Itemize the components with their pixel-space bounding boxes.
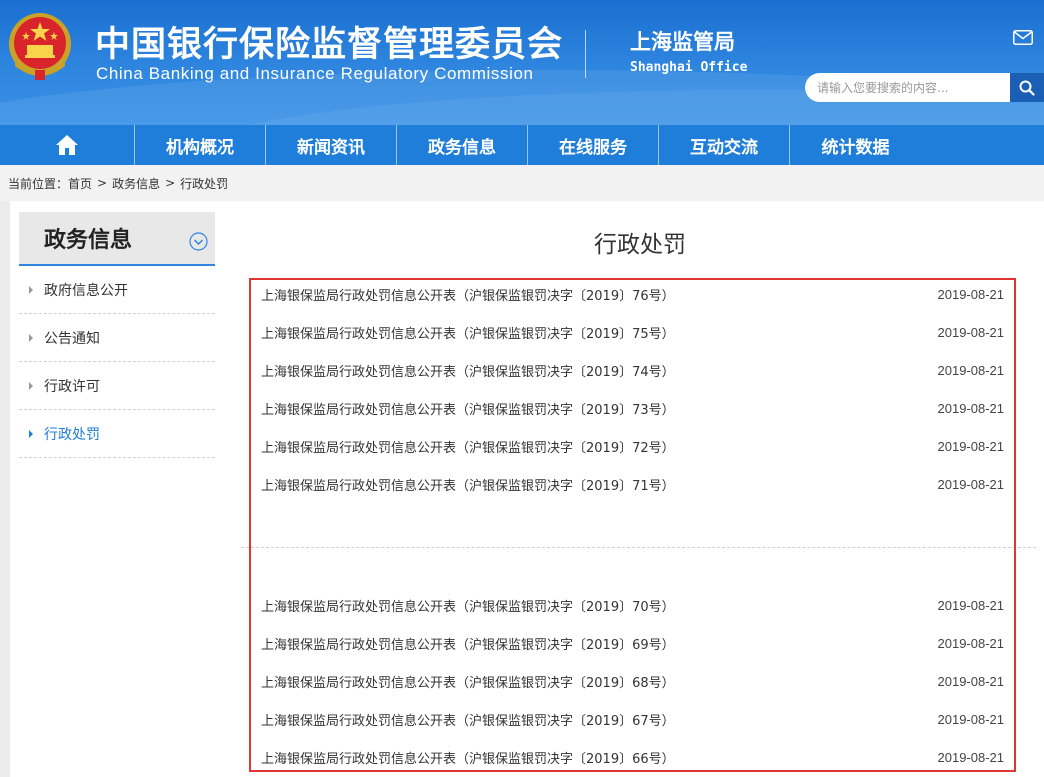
nav-item-interaction[interactable]: 互动交流 [659, 125, 790, 165]
national-emblem-icon [9, 13, 71, 80]
sidebar-title: 政务信息 [44, 228, 133, 253]
breadcrumb-home[interactable]: 首页 [68, 175, 92, 192]
nav-home[interactable] [0, 125, 135, 165]
nav-item-news[interactable]: 新闻资讯 [266, 125, 397, 165]
search-input[interactable] [805, 73, 1010, 102]
list-item-title[interactable]: 上海银保监局行政处罚信息公开表（沪银保监银罚决字〔2019〕73号） [261, 399, 675, 418]
list-item[interactable]: 上海银保监局行政处罚信息公开表（沪银保监银罚决字〔2019〕74号） 2019-0… [252, 351, 1012, 389]
list-item[interactable]: 上海银保监局行政处罚信息公开表（沪银保监银罚决字〔2019〕75号） 2019-0… [252, 313, 1012, 351]
list-item-date: 2019-08-21 [937, 711, 1005, 727]
list-item[interactable]: 上海银保监局行政处罚信息公开表（沪银保监银罚决字〔2019〕73号） 2019-0… [252, 389, 1012, 427]
sidebar-item-label: 政府信息公开 [44, 282, 128, 299]
list-item-title[interactable]: 上海银保监局行政处罚信息公开表（沪银保监银罚决字〔2019〕76号） [261, 285, 675, 304]
home-icon [56, 135, 78, 155]
caret-right-icon [29, 285, 33, 294]
list-item-date: 2019-08-21 [937, 635, 1005, 651]
breadcrumb-label: 当前位置： [8, 176, 69, 191]
sidebar-item-label: 行政处罚 [44, 426, 100, 443]
sidebar-item-label: 公告通知 [44, 330, 100, 347]
list-divider [241, 547, 1036, 548]
list-item-date: 2019-08-21 [937, 286, 1005, 302]
list-item-title[interactable]: 上海银保监局行政处罚信息公开表（沪银保监银罚决字〔2019〕75号） [261, 323, 675, 342]
list-item-title[interactable]: 上海银保监局行政处罚信息公开表（沪银保监银罚决字〔2019〕68号） [261, 672, 675, 691]
list-item[interactable]: 上海银保监局行政处罚信息公开表（沪银保监银罚决字〔2019〕68号） 2019-0… [252, 662, 1012, 700]
caret-right-icon [29, 429, 33, 438]
office-title-cn: 上海监管局 [630, 30, 735, 54]
caret-right-icon [29, 381, 33, 390]
list-item-date: 2019-08-21 [937, 673, 1005, 689]
header-divider [585, 30, 586, 78]
sidebar: 政务信息 政府信息公开 公告通知 行政许可 行政处罚 [19, 212, 215, 458]
list-item-title[interactable]: 上海银保监局行政处罚信息公开表（沪银保监银罚决字〔2019〕71号） [261, 475, 675, 494]
nav-item-gov-info[interactable]: 政务信息 [397, 125, 528, 165]
nav-item-statistics[interactable]: 统计数据 [790, 125, 921, 165]
list-item-title[interactable]: 上海银保监局行政处罚信息公开表（沪银保监银罚决字〔2019〕74号） [261, 361, 675, 380]
caret-right-icon [29, 333, 33, 342]
sidebar-item-notices[interactable]: 公告通知 [19, 314, 215, 362]
sidebar-item-penalty[interactable]: 行政处罚 [19, 410, 215, 458]
nav-item-online-service[interactable]: 在线服务 [528, 125, 659, 165]
list-item-title[interactable]: 上海银保监局行政处罚信息公开表（沪银保监银罚决字〔2019〕67号） [261, 710, 675, 729]
list-item-date: 2019-08-21 [937, 476, 1005, 492]
site-header: 中国银行保险监督管理委员会 China Banking and Insuranc… [0, 0, 1044, 125]
breadcrumb-penalty[interactable]: 行政处罚 [180, 175, 228, 192]
list-item-title[interactable]: 上海银保监局行政处罚信息公开表（沪银保监银罚决字〔2019〕72号） [261, 437, 675, 456]
search-icon [1019, 80, 1035, 96]
page-title: 行政处罚 [594, 232, 686, 258]
list-item-date: 2019-08-21 [937, 362, 1005, 378]
penalty-list: 上海银保监局行政处罚信息公开表（沪银保监银罚决字〔2019〕70号） 2019-0… [252, 586, 1012, 776]
sidebar-header: 政务信息 [19, 212, 215, 266]
breadcrumb: 当前位置： 首页 > 政务信息 > 行政处罚 [0, 165, 1044, 201]
list-item-title[interactable]: 上海银保监局行政处罚信息公开表（沪银保监银罚决字〔2019〕69号） [261, 634, 675, 653]
sidebar-item-licensing[interactable]: 行政许可 [19, 362, 215, 410]
list-item-title[interactable]: 上海银保监局行政处罚信息公开表（沪银保监银罚决字〔2019〕70号） [261, 596, 675, 615]
list-item-date: 2019-08-21 [937, 597, 1005, 613]
site-title-en: China Banking and Insurance Regulatory C… [96, 64, 534, 83]
list-item[interactable]: 上海银保监局行政处罚信息公开表（沪银保监银罚决字〔2019〕70号） 2019-0… [252, 586, 1012, 624]
breadcrumb-gov-info[interactable]: 政务信息 [112, 175, 160, 192]
breadcrumb-sep: > [97, 176, 108, 190]
office-title-en: Shanghai Office [630, 60, 748, 75]
site-title-cn: 中国银行保险监督管理委员会 [95, 25, 564, 65]
list-item[interactable]: 上海银保监局行政处罚信息公开表（沪银保监银罚决字〔2019〕66号） 2019-0… [252, 738, 1012, 776]
sidebar-item-gov-info-disclosure[interactable]: 政府信息公开 [19, 266, 215, 314]
list-item[interactable]: 上海银保监局行政处罚信息公开表（沪银保监银罚决字〔2019〕76号） 2019-0… [252, 275, 1012, 313]
list-item[interactable]: 上海银保监局行政处罚信息公开表（沪银保监银罚决字〔2019〕67号） 2019-0… [252, 700, 1012, 738]
list-item[interactable]: 上海银保监局行政处罚信息公开表（沪银保监银罚决字〔2019〕72号） 2019-0… [252, 427, 1012, 465]
list-item-title[interactable]: 上海银保监局行政处罚信息公开表（沪银保监银罚决字〔2019〕66号） [261, 748, 675, 767]
sidebar-item-label: 行政许可 [44, 378, 100, 395]
list-item-date: 2019-08-21 [937, 400, 1005, 416]
list-item-date: 2019-08-21 [937, 324, 1005, 340]
list-item[interactable]: 上海银保监局行政处罚信息公开表（沪银保监银罚决字〔2019〕69号） 2019-0… [252, 624, 1012, 662]
list-item-date: 2019-08-21 [937, 438, 1005, 454]
nav-item-about[interactable]: 机构概况 [135, 125, 266, 165]
search-button[interactable] [1010, 73, 1044, 102]
list-item[interactable]: 上海银保监局行政处罚信息公开表（沪银保监银罚决字〔2019〕71号） 2019-0… [252, 465, 1012, 503]
breadcrumb-sep: > [165, 176, 176, 190]
list-item-date: 2019-08-21 [937, 749, 1005, 765]
main-nav: 机构概况 新闻资讯 政务信息 在线服务 互动交流 统计数据 [0, 125, 1044, 165]
chevron-down-icon[interactable] [189, 232, 208, 251]
penalty-list: 上海银保监局行政处罚信息公开表（沪银保监银罚决字〔2019〕76号） 2019-0… [252, 275, 1012, 503]
mail-icon[interactable] [1013, 30, 1033, 45]
